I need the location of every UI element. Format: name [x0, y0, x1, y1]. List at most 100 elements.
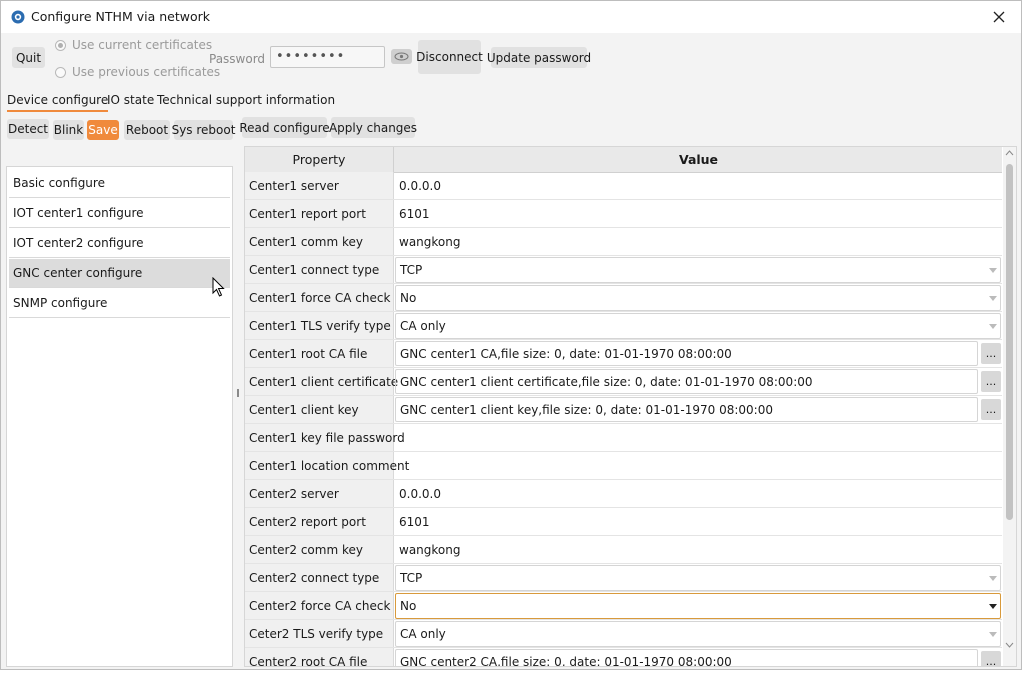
use-previous-certificates-radio[interactable]: Use previous certificates — [55, 65, 220, 79]
disconnect-button[interactable]: Disconnect — [416, 40, 483, 74]
save-button[interactable]: Save — [87, 120, 119, 140]
eye-icon — [394, 52, 409, 61]
value-dropdown[interactable]: TCP — [395, 257, 1001, 283]
dropdown-selected-value: No — [400, 291, 417, 305]
property-name-cell: Ceter2 TLS verify type — [245, 620, 394, 647]
nav-item-gnc-center[interactable]: GNC center configure — [9, 259, 230, 288]
app-gear-icon — [11, 10, 25, 24]
nav-item-iot-center1[interactable]: IOT center1 configure — [9, 199, 230, 228]
panel-splitter-handle[interactable] — [237, 389, 239, 397]
dropdown-selected-value: CA only — [400, 627, 446, 641]
grid-row: Center1 key file password — [245, 424, 1002, 452]
tab-device-configure[interactable]: Device configure — [7, 93, 109, 112]
property-name-cell: Center2 report port — [245, 508, 394, 535]
tab-technical-support[interactable]: Technical support information — [157, 93, 335, 107]
property-value-cell[interactable]: 0.0.0.0 — [395, 480, 1002, 507]
dropdown-arrow[interactable] — [987, 289, 999, 307]
show-password-button[interactable] — [391, 49, 412, 64]
nav-item-basic-configure[interactable]: Basic configure — [9, 169, 230, 198]
quit-button[interactable]: Quit — [12, 47, 45, 68]
grid-row: Center1 client certificate GNC center1 cl… — [245, 368, 1002, 396]
chevron-down-icon — [989, 631, 997, 637]
dropdown-arrow[interactable] — [987, 317, 999, 335]
value-dropdown[interactable]: TCP — [395, 565, 1001, 591]
property-name-cell: Center1 client certificate — [245, 368, 398, 395]
browse-file-button[interactable]: ... — [981, 371, 1001, 392]
value-dropdown[interactable]: No — [395, 593, 1001, 619]
property-name-cell: Center2 server — [245, 480, 394, 507]
dropdown-arrow[interactable] — [987, 597, 999, 615]
grid-row: Center1 TLS verify type CA only — [245, 312, 1002, 340]
apply-changes-button[interactable]: Apply changes — [329, 117, 417, 138]
grid-row: Center1 server 0.0.0.0 — [245, 172, 1002, 200]
scroll-down-icon[interactable] — [1005, 642, 1014, 648]
column-header-value[interactable]: Value — [395, 147, 1002, 172]
configure-category-list: Basic configure IOT center1 configure IO… — [6, 166, 233, 667]
password-input[interactable]: •••••••• — [270, 46, 385, 68]
grid-row: Center1 report port 6101 — [245, 200, 1002, 228]
tab-io-state[interactable]: IO state — [107, 93, 154, 107]
browse-file-button[interactable]: ... — [981, 343, 1001, 364]
password-label: Password — [209, 52, 266, 66]
use-current-certificates-radio[interactable]: Use current certificates — [55, 38, 212, 52]
property-value-cell[interactable] — [395, 424, 1002, 451]
dropdown-selected-value: TCP — [400, 571, 423, 585]
nav-item-snmp[interactable]: SNMP configure — [9, 289, 230, 318]
value-dropdown[interactable]: CA only — [395, 313, 1001, 339]
file-path-field[interactable]: GNC center1 client certificate,file size… — [395, 369, 978, 394]
property-value-cell[interactable] — [395, 452, 1002, 479]
scroll-up-icon[interactable] — [1005, 150, 1014, 156]
browse-file-button[interactable]: ... — [981, 399, 1001, 420]
grid-row: Center2 force CA check No — [245, 592, 1002, 620]
file-path-field[interactable]: GNC center1 client key,file size: 0, dat… — [395, 397, 978, 422]
chevron-down-icon — [989, 295, 997, 301]
property-value-cell[interactable]: 6101 — [395, 200, 1002, 227]
property-name-cell: Center1 root CA file — [245, 340, 394, 367]
dropdown-arrow[interactable] — [987, 261, 999, 279]
browse-file-button[interactable]: ... — [981, 651, 1001, 666]
dropdown-arrow[interactable] — [987, 569, 999, 587]
read-configure-button[interactable]: Read configure — [239, 117, 330, 138]
property-grid: Property Value Center1 server 0.0.0.0 Cent… — [244, 146, 1017, 667]
property-name-cell: Center1 location comment — [245, 452, 409, 479]
column-header-property[interactable]: Property — [245, 147, 394, 172]
grid-row: Center1 comm key wangkong — [245, 228, 1002, 256]
grid-vertical-scrollbar[interactable] — [1003, 147, 1016, 666]
radio-label: Use previous certificates — [72, 65, 221, 79]
grid-row: Center1 root CA file GNC center1 CA,file … — [245, 340, 1002, 368]
grid-rows: Center1 server 0.0.0.0 Center1 report port… — [245, 172, 1002, 666]
grid-header: Property Value — [245, 147, 1002, 173]
radio-dot — [55, 66, 66, 78]
value-dropdown[interactable]: CA only — [395, 621, 1001, 647]
property-name-cell: Center1 client key — [245, 396, 394, 423]
property-name-cell: Center2 root CA file — [245, 648, 394, 666]
dropdown-selected-value: CA only — [400, 319, 446, 333]
dropdown-selected-value: TCP — [400, 263, 423, 277]
sys-reboot-button[interactable]: Sys reboot — [172, 120, 235, 140]
detect-button[interactable]: Detect — [7, 119, 49, 139]
grid-row: Center2 connect type TCP — [245, 564, 1002, 592]
radio-dot — [55, 39, 66, 51]
property-value-cell[interactable]: 0.0.0.0 — [395, 172, 1002, 199]
property-value-cell[interactable]: 6101 — [395, 508, 1002, 535]
grid-row: Center2 server 0.0.0.0 — [245, 480, 1002, 508]
nav-item-iot-center2[interactable]: IOT center2 configure — [9, 229, 230, 258]
blink-button[interactable]: Blink — [53, 120, 84, 140]
update-password-button[interactable]: Update password — [487, 47, 591, 68]
reboot-button[interactable]: Reboot — [124, 120, 170, 140]
value-dropdown[interactable]: No — [395, 285, 1001, 311]
property-value-cell[interactable]: wangkong — [395, 536, 1002, 563]
property-value-cell[interactable]: wangkong — [395, 228, 1002, 255]
chevron-down-icon — [989, 323, 997, 329]
scrollbar-thumb[interactable] — [1006, 164, 1013, 520]
file-path-field[interactable]: GNC center2 CA,file size: 0, date: 01-01… — [395, 649, 978, 666]
window-title: Configure NTHM via network — [31, 9, 210, 24]
property-name-cell: Center2 force CA check — [245, 592, 394, 619]
chevron-down-icon — [989, 603, 997, 609]
mouse-pointer-icon — [212, 277, 225, 297]
close-button[interactable] — [979, 1, 1019, 33]
file-path-field[interactable]: GNC center1 CA,file size: 0, date: 01-01… — [395, 341, 978, 366]
property-name-cell: Center1 server — [245, 172, 394, 199]
dropdown-arrow[interactable] — [987, 625, 999, 643]
close-icon — [993, 11, 1005, 23]
